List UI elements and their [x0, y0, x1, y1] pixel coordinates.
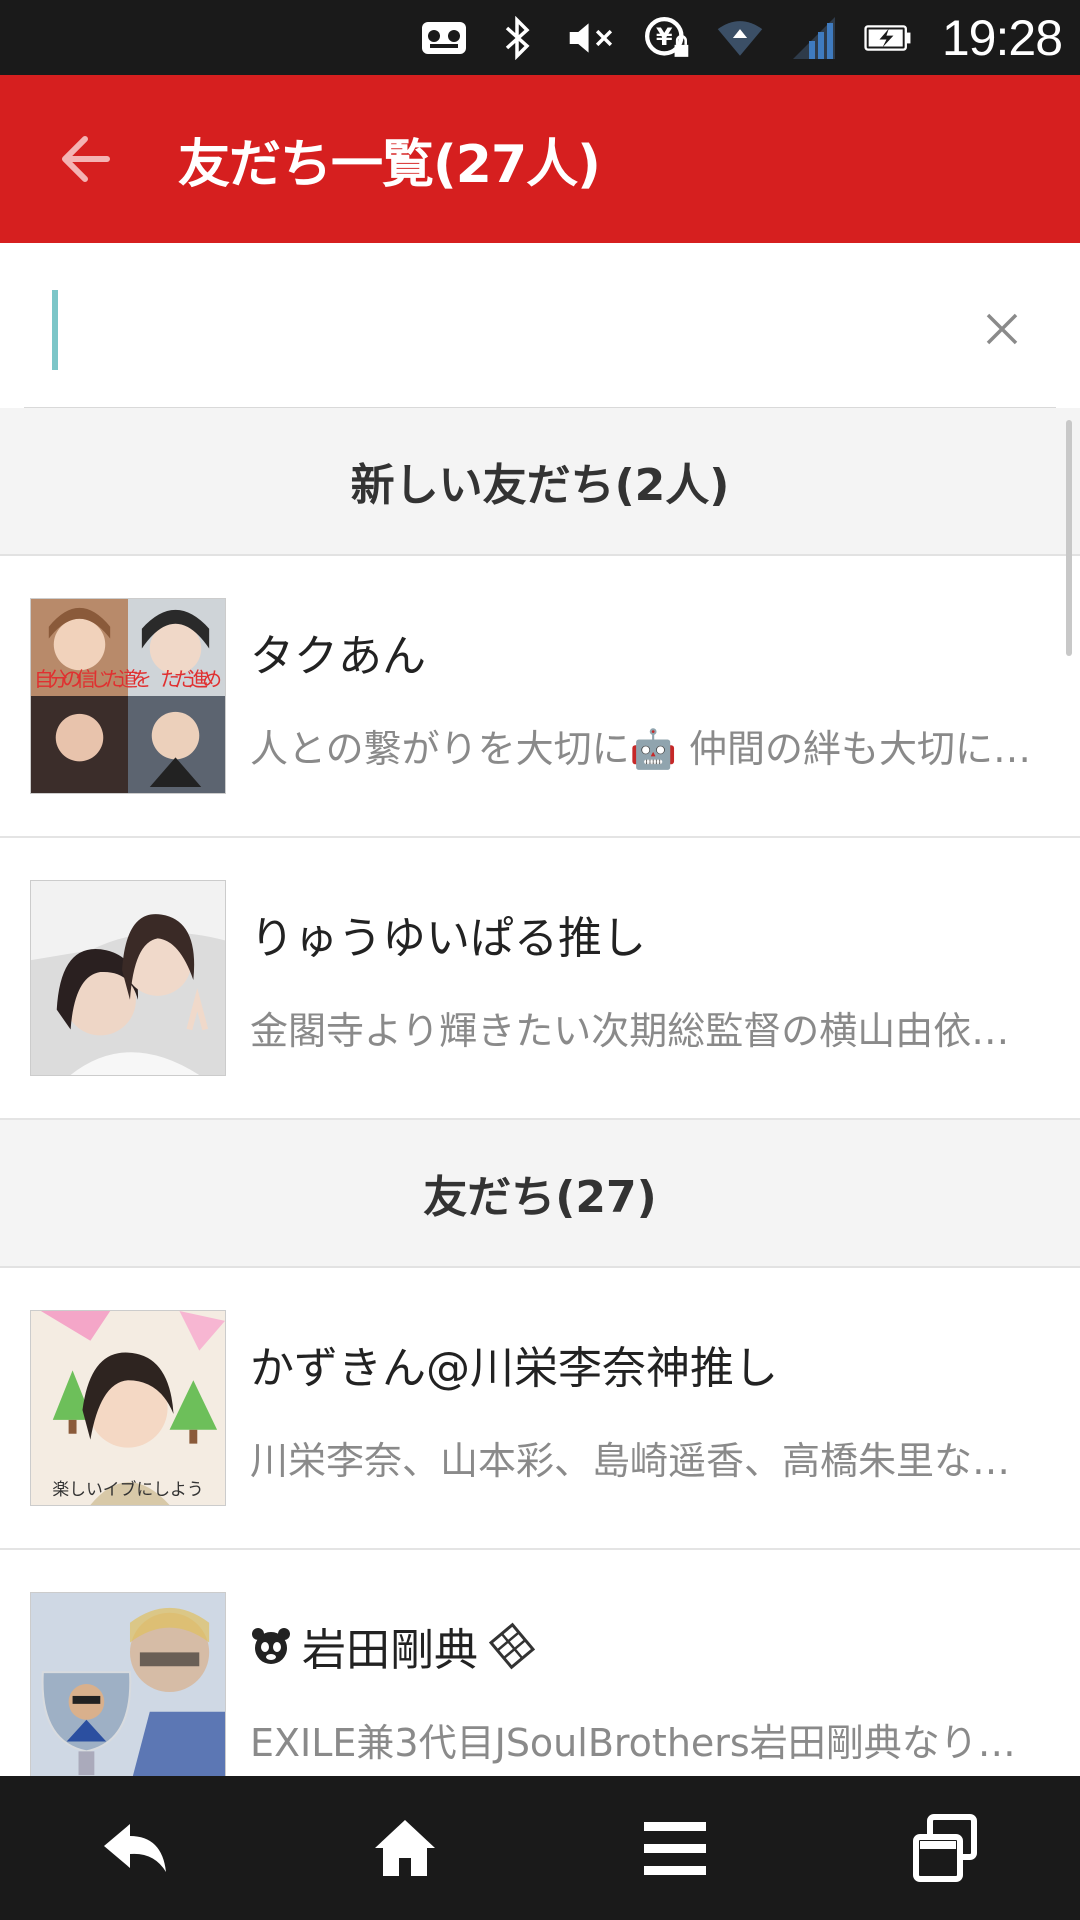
scrollbar[interactable]: [1066, 420, 1072, 656]
svg-text:¥: ¥: [656, 22, 673, 50]
close-icon: [986, 313, 1018, 345]
list-item[interactable]: りゅうゆいぱる推し 金閣寺より輝きたい次期総監督の横山由依…: [0, 838, 1080, 1120]
list-item-text: 岩田剛典 EXILE兼3代目JSoulBrothers岩田剛典なりき…: [250, 1614, 1050, 1767]
menu-icon: [644, 1822, 706, 1875]
yen-lock-icon: ¥: [642, 14, 690, 62]
avatar: [30, 1592, 226, 1776]
friend-status: 人との繋がりを大切に🤖 仲間の絆も大切に…: [250, 726, 1032, 771]
clear-button[interactable]: [978, 305, 1026, 353]
bluetooth-icon: [494, 14, 542, 62]
mute-icon: [568, 14, 616, 62]
search-input[interactable]: [52, 285, 932, 365]
section-header-friends: 友だち(27): [0, 1120, 1080, 1268]
friend-name: 岩田剛典: [302, 1624, 478, 1676]
status-time: 19:28: [941, 9, 1063, 66]
page-title: 友だち一覧(27人): [178, 134, 601, 195]
panda-emoji-icon: [252, 1627, 290, 1664]
section-header-new-friends: 新しい友だち(2人): [0, 408, 1080, 556]
list-item-text: りゅうゆいぱる推し 金閣寺より輝きたい次期総監督の横山由依…: [250, 902, 1050, 1055]
list-item-text: かずきん@川栄李奈神推し 川栄李奈、山本彩、島崎遥香、高橋朱里な…: [250, 1332, 1050, 1485]
back-icon: [104, 1824, 166, 1872]
wifi-icon: [716, 14, 764, 62]
nav-home-button[interactable]: [345, 1788, 465, 1908]
avatar: 楽しいイブにしよう: [30, 1310, 226, 1506]
friend-name-row: 岩田剛典: [250, 1614, 1050, 1678]
friend-name: かずきん@川栄李奈神推し: [250, 1342, 778, 1394]
app-bar: 友だち一覧(27人): [0, 75, 1080, 243]
avatar: [30, 880, 226, 1076]
chocolate-emoji-icon: [488, 1622, 536, 1669]
avatar-overlay-text: 自分の信じた道を ただ進め: [34, 668, 222, 691]
nav-menu-button[interactable]: [615, 1788, 735, 1908]
status-bar: ¥ 19:28: [0, 0, 1080, 75]
voicemail-icon: [420, 14, 468, 62]
search-field: [24, 265, 1056, 411]
friend-status: EXILE兼3代目JSoulBrothers岩田剛典なりき…: [250, 1720, 1050, 1765]
search-bar: [0, 243, 1080, 411]
back-button[interactable]: [0, 75, 170, 243]
signal-icon: [790, 14, 838, 62]
home-icon: [375, 1820, 435, 1876]
friend-name: りゅうゆいぱる推し: [250, 912, 646, 964]
list-item[interactable]: 自分の信じた道を ただ進め タクあん 人との繋がりを大切に🤖 仲間の絆も大切に…: [0, 556, 1080, 838]
avatar-overlay-text: 楽しいイブにしよう: [52, 1479, 203, 1499]
nav-back-button[interactable]: [75, 1788, 195, 1908]
friend-name: タクあん: [250, 630, 426, 682]
navigation-bar: [0, 1776, 1080, 1920]
arrow-left-icon: [62, 136, 110, 182]
friends-list: 新しい友だち(2人) 自分の信じた道を ただ進め タクあん 人との繋がりを大切に…: [0, 408, 1080, 1776]
list-item-text: タクあん 人との繋がりを大切に🤖 仲間の絆も大切に…: [250, 620, 1050, 773]
recent-apps-icon: [913, 1814, 977, 1882]
list-item[interactable]: 岩田剛典 EXILE兼3代目JSoulBrothers岩田剛典なりき…: [0, 1550, 1080, 1776]
friend-status: 金閣寺より輝きたい次期総監督の横山由依…: [250, 1008, 1010, 1053]
friend-status: 川栄李奈、山本彩、島崎遥香、高橋朱里な…: [250, 1438, 1011, 1483]
battery-charging-icon: [864, 14, 912, 62]
nav-recent-apps-button[interactable]: [885, 1788, 1005, 1908]
list-item[interactable]: 楽しいイブにしよう かずきん@川栄李奈神推し 川栄李奈、山本彩、島崎遥香、高橋朱…: [0, 1268, 1080, 1550]
avatar: 自分の信じた道を ただ進め: [30, 598, 226, 794]
